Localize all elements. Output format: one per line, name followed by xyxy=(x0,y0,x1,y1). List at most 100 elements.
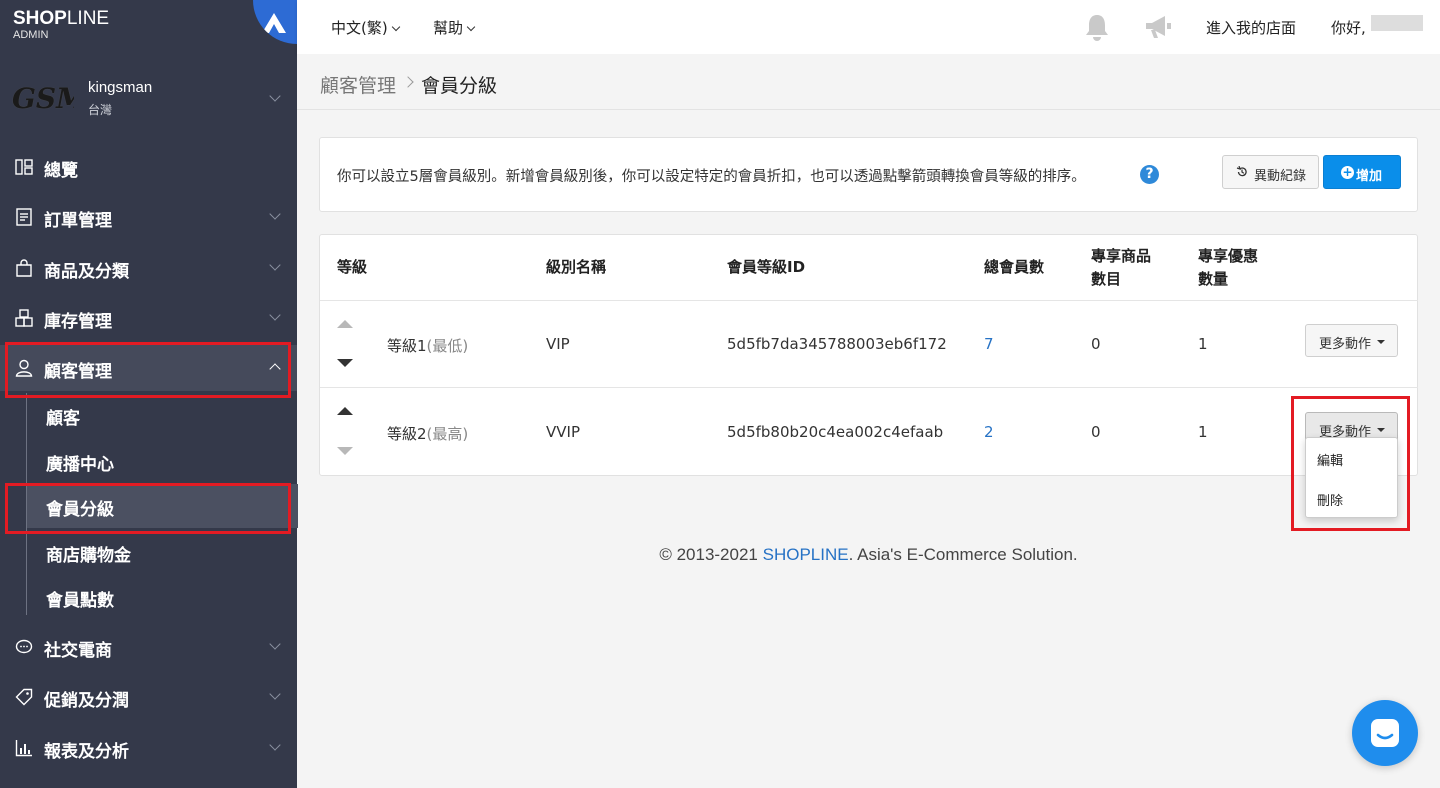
more-actions-button[interactable]: 更多動作 xyxy=(1305,324,1398,357)
help-icon[interactable]: ? xyxy=(1140,165,1159,184)
sidebar-subitem-customers[interactable]: 顧客 xyxy=(27,393,298,437)
sidebar-item-label: 報表及分析 xyxy=(44,742,129,762)
sidebar-subitem-broadcast[interactable]: 廣播中心 xyxy=(27,439,298,483)
sidebar-subitem-label: 商店購物金 xyxy=(46,546,131,566)
history-button-label: 異動紀錄 xyxy=(1254,169,1307,184)
sidebar-subitem-membership-tiers[interactable]: 會員分級 xyxy=(27,484,298,528)
user-icon xyxy=(15,359,33,377)
tier-id: 5d5fb80b20c4ea002c4efaab xyxy=(727,423,944,441)
sidebar-subitem-label: 會員分級 xyxy=(46,500,114,520)
order-icon xyxy=(16,208,32,226)
sidebar-item-label: 商品及分類 xyxy=(44,262,129,282)
sidebar-subitem-label: 會員點數 xyxy=(46,591,114,611)
move-up-arrow-icon[interactable] xyxy=(337,320,353,328)
store-region: 台灣 xyxy=(88,103,113,117)
breadcrumb-parent[interactable]: 顧客管理 xyxy=(320,71,396,98)
chevron-down-icon xyxy=(269,739,281,751)
bell-icon[interactable] xyxy=(1084,13,1110,41)
user-greeting[interactable]: 你好, xyxy=(1331,17,1366,38)
tier-id: 5d5fb7da345788003eb6f172 xyxy=(727,335,947,353)
megaphone-icon[interactable] xyxy=(1143,14,1173,40)
store-logo: GSM xyxy=(12,82,74,115)
bag-icon xyxy=(16,259,32,277)
page-title: 會員分級 xyxy=(421,75,498,97)
sidebar-item-inventory[interactable]: 庫存管理 xyxy=(0,295,297,341)
move-down-arrow-icon[interactable] xyxy=(337,447,353,455)
column-header-promos: 專享優惠 數量 xyxy=(1198,245,1258,291)
footer-brand-link[interactable]: SHOPLINE xyxy=(763,545,849,564)
footer-copyright: © 2013-2021 xyxy=(659,545,763,564)
chevron-down-icon xyxy=(269,259,281,271)
exclusive-products-count: 0 xyxy=(1091,335,1101,353)
sidebar-item-label: 總覽 xyxy=(44,161,78,181)
add-button-label: 增加 xyxy=(1356,169,1383,184)
sidebar-item-label: 庫存管理 xyxy=(44,312,112,332)
sidebar-item-label: 訂單管理 xyxy=(44,211,112,231)
add-tier-button[interactable]: + 增加 xyxy=(1323,155,1401,189)
language-selector[interactable]: 中文(繁) xyxy=(331,17,400,38)
caret-down-icon xyxy=(1377,340,1385,344)
move-down-arrow-icon[interactable] xyxy=(337,359,353,367)
tier-name: VVIP xyxy=(546,423,580,441)
info-panel: 你可以設立5層會員級別。新增會員級別後，你可以設定特定的會員折扣，也可以透過點擊… xyxy=(319,137,1418,212)
sidebar-subitem-member-points[interactable]: 會員點數 xyxy=(27,575,298,619)
tier-name: VIP xyxy=(546,335,570,353)
brand-logo[interactable]: SHOPLINE ADMIN xyxy=(0,0,297,54)
language-label: 中文(繁) xyxy=(331,19,388,37)
tier-level: 等級2(最高) xyxy=(387,425,469,443)
menu-item-delete[interactable]: 刪除 xyxy=(1317,490,1343,509)
info-text: 你可以設立5層會員級別。新增會員級別後，你可以設定特定的會員折扣，也可以透過點擊… xyxy=(337,169,1086,185)
sidebar-item-reports[interactable]: 報表及分析 xyxy=(0,725,297,771)
column-header-promos-line2: 數量 xyxy=(1198,270,1229,288)
history-icon xyxy=(1236,166,1247,177)
chevron-down-icon xyxy=(269,90,281,102)
sidebar-item-social-commerce[interactable]: 社交電商 xyxy=(0,624,297,670)
sidebar-item-products[interactable]: 商品及分類 xyxy=(0,245,297,291)
member-count-link[interactable]: 7 xyxy=(984,335,994,353)
column-header-products-line1: 專享商品 xyxy=(1091,247,1152,265)
breadcrumb: 顧客管理 會員分級 xyxy=(297,54,1440,110)
column-header-products: 專享商品 數目 xyxy=(1091,245,1151,291)
chevron-down-icon xyxy=(391,22,400,32)
column-header-id: 會員等級ID xyxy=(727,258,806,276)
sidebar-subitem-label: 廣播中心 xyxy=(46,455,114,475)
column-header-promos-line1: 專享優惠 xyxy=(1198,247,1259,265)
member-count-link[interactable]: 2 xyxy=(984,423,994,441)
chat-icon xyxy=(15,639,33,654)
sidebar-item-label: 顧客管理 xyxy=(44,362,112,382)
chevron-right-icon xyxy=(402,76,414,88)
column-header-members: 總會員數 xyxy=(984,258,1045,276)
move-up-arrow-icon[interactable] xyxy=(337,407,353,415)
store-name: kingsman xyxy=(88,79,153,96)
tag-icon xyxy=(15,688,33,706)
sidebar-item-promotions[interactable]: 促銷及分潤 xyxy=(0,674,297,720)
chevron-down-icon xyxy=(466,22,476,32)
more-actions-menu: 編輯 刪除 xyxy=(1305,437,1398,518)
chevron-up-icon xyxy=(269,363,281,375)
sidebar-item-customers[interactable]: 顧客管理 xyxy=(0,345,297,391)
inventory-icon xyxy=(15,309,33,327)
chevron-down-icon xyxy=(269,208,281,220)
sidebar-item-orders[interactable]: 訂單管理 xyxy=(0,194,297,240)
sidebar-item-label: 社交電商 xyxy=(44,641,112,661)
store-switcher[interactable]: GSM kingsman 台灣 xyxy=(0,62,297,134)
sidebar-subitem-store-credits[interactable]: 商店購物金 xyxy=(27,530,298,574)
app-switch-icon[interactable] xyxy=(253,0,297,44)
sidebar-subitem-label: 顧客 xyxy=(46,409,80,429)
sidebar-item-overview[interactable]: 總覽 xyxy=(0,144,297,190)
enter-store-link[interactable]: 進入我的店面 xyxy=(1206,17,1296,38)
menu-item-edit[interactable]: 編輯 xyxy=(1317,450,1343,469)
more-actions-label: 更多動作 xyxy=(1319,337,1372,352)
tier-level: 等級1(最低) xyxy=(387,337,469,355)
exclusive-promos-count: 1 xyxy=(1198,335,1208,353)
footer: © 2013-2021 SHOPLINE. Asia's E-Commerce … xyxy=(297,545,1440,565)
plus-circle-icon: + xyxy=(1341,165,1354,179)
customers-submenu: 顧客 廣播中心 會員分級 商店購物金 會員點數 xyxy=(26,393,298,615)
dashboard-icon xyxy=(15,159,33,175)
column-header-name: 級別名稱 xyxy=(546,258,607,276)
chevron-down-icon xyxy=(269,638,281,650)
exclusive-promos-count: 1 xyxy=(1198,423,1208,441)
chat-widget-button[interactable] xyxy=(1352,700,1418,766)
history-button[interactable]: 異動紀錄 xyxy=(1222,155,1319,189)
help-menu[interactable]: 幫助 xyxy=(433,17,476,38)
